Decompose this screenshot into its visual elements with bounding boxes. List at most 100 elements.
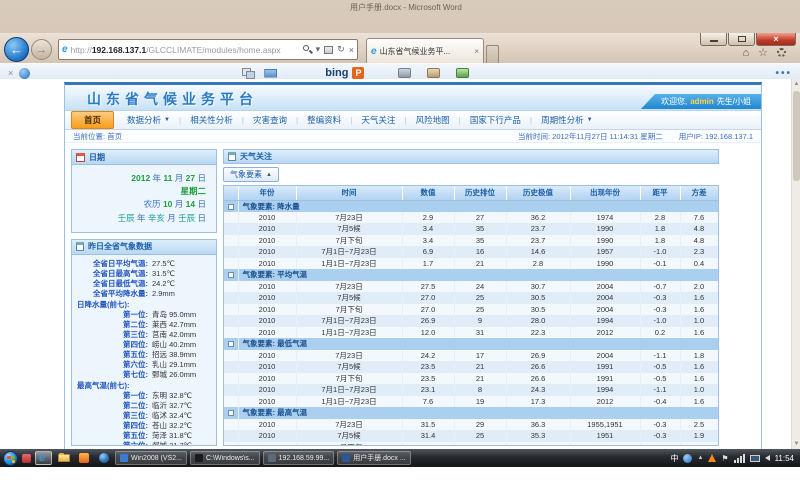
tab-close-icon[interactable]: × [474, 47, 479, 56]
table-cell: 26.6 [506, 373, 570, 385]
row-indent-cell [224, 361, 238, 373]
table-cell: 2.8 [506, 258, 570, 270]
nav-item-1[interactable]: 首页 [71, 111, 114, 129]
table-cell: 2010 [238, 235, 296, 247]
display-icon[interactable] [750, 455, 760, 462]
network-signal-icon[interactable] [734, 454, 745, 463]
scroll-up-icon[interactable]: ▲ [792, 79, 800, 90]
taskbar-task-2[interactable]: C:\Windows\s... [190, 451, 260, 465]
search-dropdown-icon[interactable]: ▾ [316, 44, 321, 55]
taskbar-media-app-icon[interactable] [95, 451, 112, 465]
compatibility-view-icon[interactable] [324, 46, 333, 54]
network-globe-icon[interactable] [683, 454, 692, 463]
table-cell: -1.0 [640, 246, 680, 258]
mail-icon[interactable] [264, 69, 277, 78]
search-icon[interactable] [303, 45, 312, 54]
address-bar[interactable]: e http://192.168.137.1/GLCCLIMATE/module… [58, 39, 358, 60]
table-cell: 31.4 [402, 430, 454, 442]
tools-gear-icon[interactable] [777, 48, 786, 57]
ime-indicator[interactable]: 中 [670, 453, 678, 464]
table-group-row[interactable]: 气象要素: 平均气温 [224, 269, 718, 281]
maximize-button[interactable] [728, 33, 755, 46]
table-cell: 3.4 [402, 223, 454, 235]
home-icon[interactable]: ⌂ [742, 47, 749, 59]
group-checkbox[interactable] [228, 272, 234, 278]
page-header: 山东省气候业务平台 欢迎您,admin先生/小姐 [65, 85, 761, 111]
table-cell: 17.3 [506, 396, 570, 408]
table-cell: 1957 [570, 246, 640, 258]
nav-item-9[interactable]: 周期性分析▼ [532, 112, 601, 128]
taskbar-ie-icon[interactable]: e [35, 451, 52, 465]
favorites-star-icon[interactable]: ☆ [758, 46, 768, 59]
speaker-icon[interactable] [765, 455, 770, 461]
welcome-banner: 欢迎您,admin先生/小姐 [641, 94, 761, 109]
table-cell: 2010 [238, 373, 296, 385]
refresh-icon[interactable]: ↻ [337, 44, 345, 55]
addon-icon[interactable] [19, 68, 30, 79]
show-hidden-icons-chevron[interactable]: ▲ [697, 455, 703, 461]
nav-item-7[interactable]: 风险地图 [407, 112, 459, 128]
group-checkbox[interactable] [228, 341, 234, 347]
nav-item-3[interactable]: 相关性分析 [181, 112, 242, 128]
weather-panel-body: 全省日平均气温:27.5℃全省日最高气温:31.5℃全省日最低气温:24.2℃全… [72, 255, 216, 446]
stop-icon[interactable]: × [349, 45, 354, 55]
group-title-cell: 气象要素: 平均气温 [238, 269, 718, 281]
paw-icon[interactable] [427, 68, 440, 78]
p-addon-icon[interactable]: P [352, 67, 364, 79]
table-cell: 0.4 [680, 258, 718, 270]
table-cell: 35.3 [506, 442, 570, 447]
table-cell: 9 [454, 315, 506, 327]
browser-tab[interactable]: e 山东省气候业务平... × [366, 38, 484, 63]
window-controls: × [699, 33, 796, 46]
weather-stat-row: 第一位:东明 32.8℃ [72, 391, 214, 400]
table-cell: 22.3 [506, 327, 570, 339]
page-scrollbar[interactable]: ▲ ▼ [791, 79, 800, 450]
weather-stat-row: 全省日最高气温:31.5℃ [72, 269, 214, 278]
group-checkbox-cell [224, 407, 238, 419]
table-cell: 1990 [570, 223, 640, 235]
scrollbar-thumb[interactable] [793, 91, 800, 181]
sharing-icon[interactable] [456, 68, 469, 78]
action-center-flag-icon[interactable]: ⚑ [721, 454, 728, 463]
element-filter-button[interactable]: 气象要素 ▲ [223, 167, 279, 182]
table-group-row[interactable]: 气象要素: 最低气温 [224, 338, 718, 350]
taskbar-task-4[interactable]: 用户手册.docx ... [337, 451, 411, 465]
nav-item-4[interactable]: 灾害查询 [244, 112, 296, 128]
weather-stat-value: 莒南 42.0mm [148, 330, 196, 339]
table-cell: -0.4 [640, 396, 680, 408]
nav-item-2[interactable]: 数据分析▼ [118, 112, 179, 128]
new-tab-button[interactable] [486, 45, 499, 63]
nav-item-5[interactable]: 整编资料 [298, 112, 350, 128]
group-checkbox[interactable] [228, 204, 234, 210]
table-cell: 1974 [570, 212, 640, 224]
taskbar-explorer-icon[interactable] [55, 451, 72, 465]
status-row: 当前位置: 首页 当前时间: 2012年11月27日 11:14:31 星期二 … [65, 130, 761, 143]
table-cell: 1991 [570, 361, 640, 373]
forward-button[interactable]: → [31, 39, 52, 60]
minimize-button[interactable] [700, 33, 727, 46]
table-cell: 23.1 [402, 384, 454, 396]
nav-item-8[interactable]: 国家下行产品 [461, 112, 530, 128]
nav-item-6[interactable]: 天气关注 [352, 112, 404, 128]
table-cell: 7月下旬 [296, 235, 402, 247]
taskbar-task-3[interactable]: 192.168.59.99... [263, 451, 335, 465]
group-checkbox[interactable] [228, 410, 234, 416]
more-options-icon[interactable]: ••• [775, 68, 792, 79]
camera-icon[interactable] [398, 68, 411, 78]
weather-stat-value: 苍山 32.2℃ [148, 421, 192, 430]
table-cell: 27.0 [402, 292, 454, 304]
addon-close-icon[interactable]: × [8, 68, 13, 78]
taskbar-task-1[interactable]: Win2008 (VS2... [115, 451, 187, 465]
gallery-icon[interactable] [242, 68, 256, 79]
table-cell: 1.8 [640, 223, 680, 235]
table-group-row[interactable]: 气象要素: 降水量 [224, 200, 718, 212]
back-button[interactable]: ← [4, 37, 29, 62]
table-group-row[interactable]: 气象要素: 最高气温 [224, 407, 718, 419]
weather-stat-label: 第四位: [72, 340, 148, 349]
start-button[interactable] [3, 451, 18, 466]
antivirus-flame-icon[interactable] [708, 454, 716, 462]
pinned-app-icon[interactable] [22, 454, 31, 463]
close-button[interactable]: × [756, 33, 796, 46]
taskbar-orange-app-icon[interactable] [75, 451, 92, 465]
tab-favicon: e [371, 46, 377, 57]
